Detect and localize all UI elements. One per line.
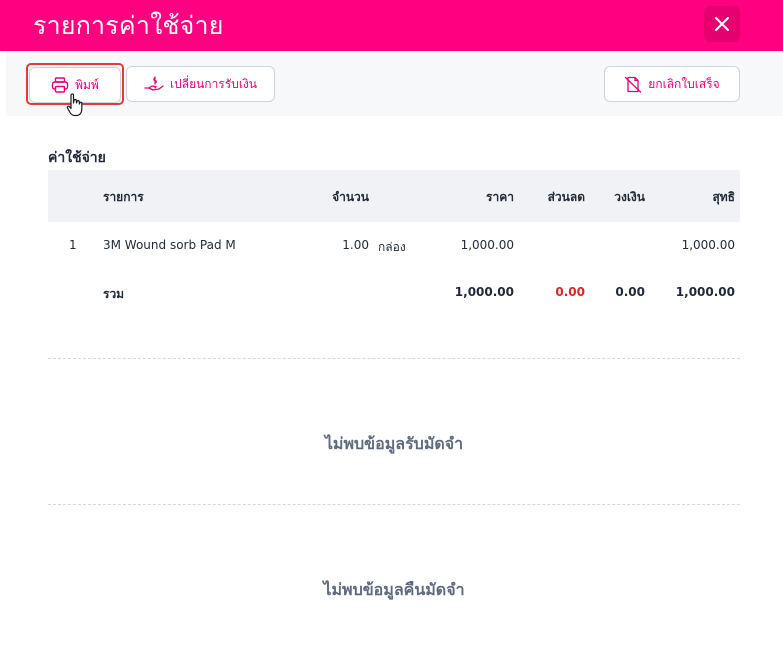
column-header-discount: ส่วนลด (547, 190, 585, 204)
modal-title: รายการค่าใช้จ่าย (33, 11, 224, 40)
total-limit: 0.00 (615, 285, 645, 299)
row-net: 1,000.00 (681, 238, 735, 252)
modal-header: รายการค่าใช้จ่าย (0, 0, 783, 51)
total-label: รวม (103, 287, 125, 301)
receipt-cancel-icon (624, 76, 642, 93)
table-total-row: รวม 1,000.00 0.00 0.00 1,000.00 (48, 269, 740, 316)
row-item-name: 3M Wound sorb Pad M (103, 238, 236, 252)
column-header-price: ราคา (486, 190, 514, 204)
hand-cursor-icon (66, 92, 84, 122)
total-discount: 0.00 (555, 285, 585, 299)
total-net: 1,000.00 (675, 285, 735, 299)
column-header-net: สุทธิ (712, 190, 735, 204)
column-header-qty: จำนวน (332, 190, 369, 204)
expenses-table: รายการ จำนวน ราคา ส่วนลด วงเงิน สุทธิ 1 … (48, 170, 740, 316)
hand-money-icon (144, 76, 164, 92)
expenses-section-title: ค่าใช้จ่าย (48, 150, 106, 166)
column-header-item: รายการ (103, 190, 144, 204)
section-divider (48, 504, 740, 505)
row-number: 1 (69, 238, 77, 252)
row-qty: 1.00 (342, 238, 369, 252)
row-unit: กล่อง (378, 240, 406, 254)
cancel-receipt-label: ยกเลิกใบเสร็จ (648, 76, 720, 91)
printer-icon (51, 77, 69, 93)
refund-empty-message: ไม่พบข้อมูลคืนมัดจำ (323, 580, 465, 599)
change-payment-button[interactable]: เปลี่ยนการรับเงิน (126, 66, 275, 102)
cancel-receipt-button[interactable]: ยกเลิกใบเสร็จ (604, 66, 740, 102)
close-button[interactable] (704, 6, 740, 42)
table-row: 1 3M Wound sorb Pad M 1.00 กล่อง 1,000.0… (48, 222, 740, 269)
total-price: 1,000.00 (454, 285, 514, 299)
table-header: รายการ จำนวน ราคา ส่วนลด วงเงิน สุทธิ (48, 170, 740, 222)
deposit-empty-message: ไม่พบข้อมูลรับมัดจำ (324, 434, 464, 453)
change-payment-label: เปลี่ยนการรับเงิน (170, 76, 257, 91)
row-price: 1,000.00 (460, 238, 514, 252)
section-divider (48, 358, 740, 359)
column-header-limit: วงเงิน (614, 190, 645, 204)
close-icon (715, 17, 729, 31)
